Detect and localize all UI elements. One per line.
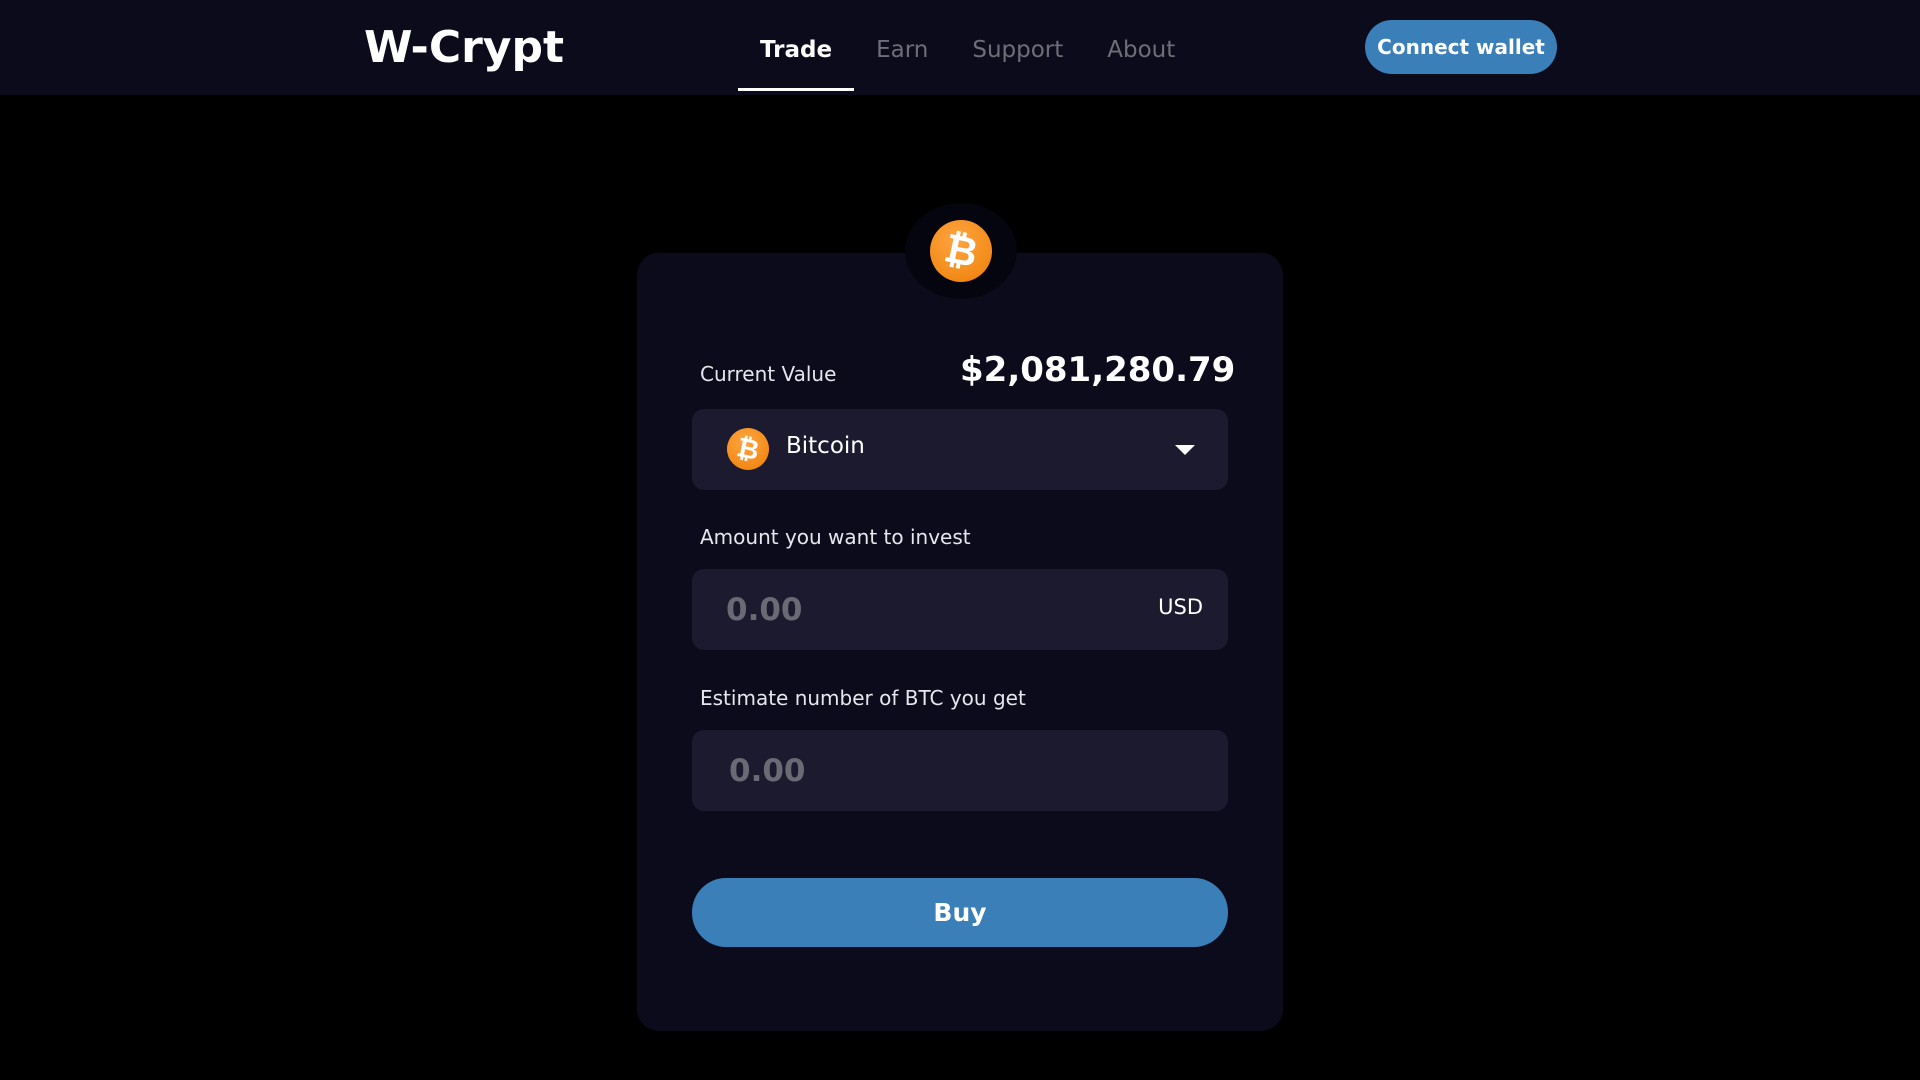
connect-wallet-button[interactable]: Connect wallet bbox=[1365, 20, 1557, 74]
estimate-field bbox=[692, 730, 1228, 811]
invest-amount-input[interactable] bbox=[726, 569, 1126, 650]
nav-item-earn[interactable]: Earn bbox=[854, 0, 950, 95]
invest-amount-label: Amount you want to invest bbox=[700, 525, 971, 549]
nav-item-about[interactable]: About bbox=[1085, 0, 1197, 95]
buy-button[interactable]: Buy bbox=[692, 878, 1228, 947]
nav-item-support[interactable]: Support bbox=[950, 0, 1085, 95]
caret-down-icon bbox=[1175, 445, 1195, 455]
estimate-btc-input[interactable] bbox=[729, 730, 1129, 811]
invest-amount-field: USD bbox=[692, 569, 1228, 650]
top-navbar: W-Crypt Trade Earn Support About Connect… bbox=[0, 0, 1920, 95]
brand-logo[interactable]: W-Crypt bbox=[364, 20, 564, 76]
current-value-label: Current Value bbox=[700, 362, 837, 386]
estimate-label: Estimate number of BTC you get bbox=[700, 686, 1026, 710]
nav-item-trade[interactable]: Trade bbox=[738, 0, 855, 95]
currency-suffix: USD bbox=[1158, 595, 1203, 619]
selected-coin: Bitcoin bbox=[786, 433, 865, 459]
coin-select[interactable]: ₿ Bitcoin bbox=[692, 409, 1228, 490]
current-value: $2,081,280.79 bbox=[960, 350, 1236, 390]
bitcoin-icon: ₿ bbox=[723, 424, 773, 474]
bitcoin-icon: ₿ bbox=[924, 214, 998, 288]
coin-badge: ₿ bbox=[905, 203, 1017, 299]
main-nav: Trade Earn Support About bbox=[738, 0, 1197, 95]
